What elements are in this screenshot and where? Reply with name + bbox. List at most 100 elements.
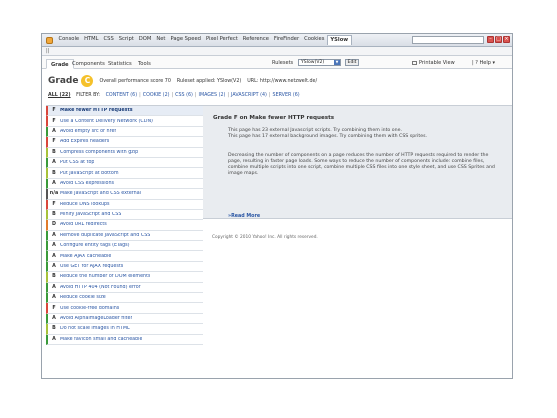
rule-grade: F: [52, 305, 56, 311]
rule-item[interactable]: A Make AJAX cacheable: [46, 251, 203, 262]
rule-grade: A: [52, 295, 56, 301]
rule-item[interactable]: B Minify JavaScript and CSS: [46, 209, 203, 221]
rule-item[interactable]: B Compress components with gzip: [46, 147, 203, 158]
rule-label: Put CSS at top: [60, 160, 95, 166]
firebug-bug-icon[interactable]: [46, 36, 53, 44]
page-url: URL: http://www.netzwelt.de/: [247, 78, 318, 84]
tab-statistics[interactable]: Statistics: [104, 59, 136, 69]
detach-icon[interactable]: □: [495, 36, 502, 43]
rule-item[interactable]: A Avoid CSS expressions: [46, 178, 203, 190]
filter-link[interactable]: SERVER (6): [273, 93, 300, 98]
rule-detail-findings: This page has 23 external Javascript scr…: [228, 128, 498, 140]
firebug-tab-firefinder[interactable]: FireFinder: [271, 35, 301, 45]
rule-detail-title: Grade F on Make fewer HTTP requests: [213, 115, 335, 121]
rule-item[interactable]: A Avoid AlphaImageLoader filter: [46, 313, 203, 325]
filter-link[interactable]: CSS (6): [175, 93, 193, 98]
rule-grade: A: [52, 232, 56, 238]
rule-item[interactable]: A Put CSS at top: [46, 157, 203, 169]
copyright-notice: Copyright © 2010 Yahoo! Inc. All rights …: [212, 235, 318, 240]
rule-grade: F: [52, 201, 56, 207]
rule-item[interactable]: B Reduce the number of DOM elements: [46, 272, 203, 283]
rules-list: F Make fewer HTTP requests F Use a Content …: [46, 105, 203, 345]
rule-item[interactable]: A Reduce cookie size: [46, 293, 203, 304]
firebug-tab-page-speed[interactable]: Page Speed: [168, 35, 203, 45]
firebug-tab-cookies[interactable]: Cookies: [302, 35, 327, 45]
firebug-tab-script[interactable]: Script: [116, 35, 136, 45]
rule-label: Make AJAX cacheable: [60, 253, 112, 259]
filter-link[interactable]: JAVASCRIPT (4): [231, 93, 267, 98]
rule-label: Reduce DNS lookups: [60, 201, 110, 207]
help-label: Help ▾: [479, 60, 496, 66]
firebug-toolbar: Console HTML CSS Script DOM Net Page Speed Pixe…: [42, 34, 512, 47]
rule-item[interactable]: A Use GET for AJAX requests: [46, 261, 203, 273]
grade-badge: C: [81, 75, 94, 87]
firebug-tab-css[interactable]: CSS: [101, 35, 116, 45]
rule-item[interactable]: A Avoid HTTP 404 (Not Found) error: [46, 282, 203, 294]
rule-label: Avoid AlphaImageLoader filter: [60, 316, 133, 321]
rule-grade: A: [52, 160, 56, 166]
tab-components[interactable]: Components: [68, 59, 109, 69]
firebug-tab-yslow[interactable]: YSlow: [326, 35, 352, 45]
firebug-search-input[interactable]: [412, 36, 484, 44]
rule-item[interactable]: A Remove duplicate JavaScript and CSS: [46, 230, 203, 242]
rule-item[interactable]: F Add Expires headers: [46, 137, 203, 148]
printable-view-link[interactable]: Printable View: [412, 60, 455, 66]
firebug-tab-console[interactable]: Console: [56, 35, 82, 45]
rule-label: Compress components with gzip: [60, 149, 139, 155]
firebug-tabs: Console HTML CSS Script DOM Net Page Speed Pixe…: [56, 35, 352, 45]
close-icon[interactable]: ×: [503, 36, 510, 43]
rule-label: Configure entity tags (ETags): [60, 243, 130, 249]
filter-link[interactable]: COOKIE (2): [143, 93, 170, 98]
firebug-tab-dom[interactable]: DOM: [136, 35, 154, 45]
firebug-tab-html[interactable]: HTML: [82, 35, 101, 45]
filter-separator: |: [171, 93, 174, 98]
rule-item[interactable]: A Configure entity tags (ETags): [46, 241, 203, 252]
rule-item[interactable]: B Do not scale images in HTML: [46, 324, 203, 335]
rule-label: Reduce the number of DOM elements: [60, 274, 151, 280]
help-menu[interactable]: | ? Help ▾: [472, 60, 495, 66]
rule-label: Use cookie-free domains: [60, 305, 120, 311]
firebug-tab-reference[interactable]: Reference: [240, 35, 271, 45]
printable-view-label: Printable View: [419, 60, 455, 66]
firebug-subtoolbar: ||: [42, 47, 512, 56]
filter-separator: |: [227, 93, 230, 98]
minimize-icon[interactable]: –: [487, 36, 494, 43]
rule-label: Use a Content Delivery Network (CDN): [60, 118, 153, 124]
rule-grade: A: [52, 336, 56, 342]
chevron-down-icon: ▼: [334, 60, 340, 65]
rule-label: Use GET for AJAX requests: [60, 264, 124, 270]
edit-button[interactable]: Edit: [345, 59, 359, 66]
rule-label: Avoid HTTP 404 (Not Found) error: [60, 284, 141, 290]
rule-grade: n/a: [49, 191, 59, 197]
rule-label: Make fewer HTTP requests: [60, 108, 133, 114]
rule-item[interactable]: F Use cookie-free domains: [46, 303, 203, 314]
rule-detail-panel: Grade F on Make fewer HTTP requests This…: [203, 105, 512, 219]
rule-item[interactable]: F Use a Content Delivery Network (CDN): [46, 116, 203, 127]
tab-tools[interactable]: Tools: [134, 59, 155, 69]
rule-label: Minify JavaScript and CSS: [60, 212, 122, 218]
read-more-link[interactable]: »Read More: [228, 214, 260, 219]
rule-label: Do not scale images in HTML: [60, 326, 130, 332]
ruleset-select[interactable]: YSlow(V2) ▼: [298, 59, 341, 66]
rule-detail-description: Decreasing the number of components on a…: [228, 153, 495, 176]
rule-grade: B: [52, 274, 56, 280]
rule-grade: A: [52, 316, 56, 321]
rule-grade: B: [52, 326, 56, 332]
rule-item[interactable]: F Make fewer HTTP requests: [46, 106, 203, 117]
rule-grade: F: [52, 139, 56, 145]
rule-grade: A: [52, 264, 56, 270]
filter-links: CONTENT (6) | COOKIE (2) | CSS (6) | IMAGES (2…: [106, 93, 300, 98]
filter-link[interactable]: CONTENT (6): [106, 93, 138, 98]
rule-item[interactable]: F Reduce DNS lookups: [46, 199, 203, 210]
rule-label: Avoid CSS expressions: [60, 180, 115, 186]
rule-item[interactable]: A Make favicon small and cacheable: [46, 334, 203, 345]
firebug-tab-pixel-perfect[interactable]: Pixel Perfect: [203, 35, 240, 45]
rule-item[interactable]: n/a Make JavaScript and CSS external: [46, 189, 203, 200]
filter-all-link[interactable]: ALL (22): [48, 93, 71, 98]
pause-icon[interactable]: ||: [46, 48, 49, 54]
filter-link[interactable]: IMAGES (2): [199, 93, 226, 98]
rule-item[interactable]: A Avoid empty src or href: [46, 126, 203, 138]
rule-item[interactable]: D Avoid URL redirects: [46, 220, 203, 231]
firebug-tab-net[interactable]: Net: [154, 35, 168, 45]
rule-item[interactable]: B Put JavaScript at bottom: [46, 168, 203, 179]
